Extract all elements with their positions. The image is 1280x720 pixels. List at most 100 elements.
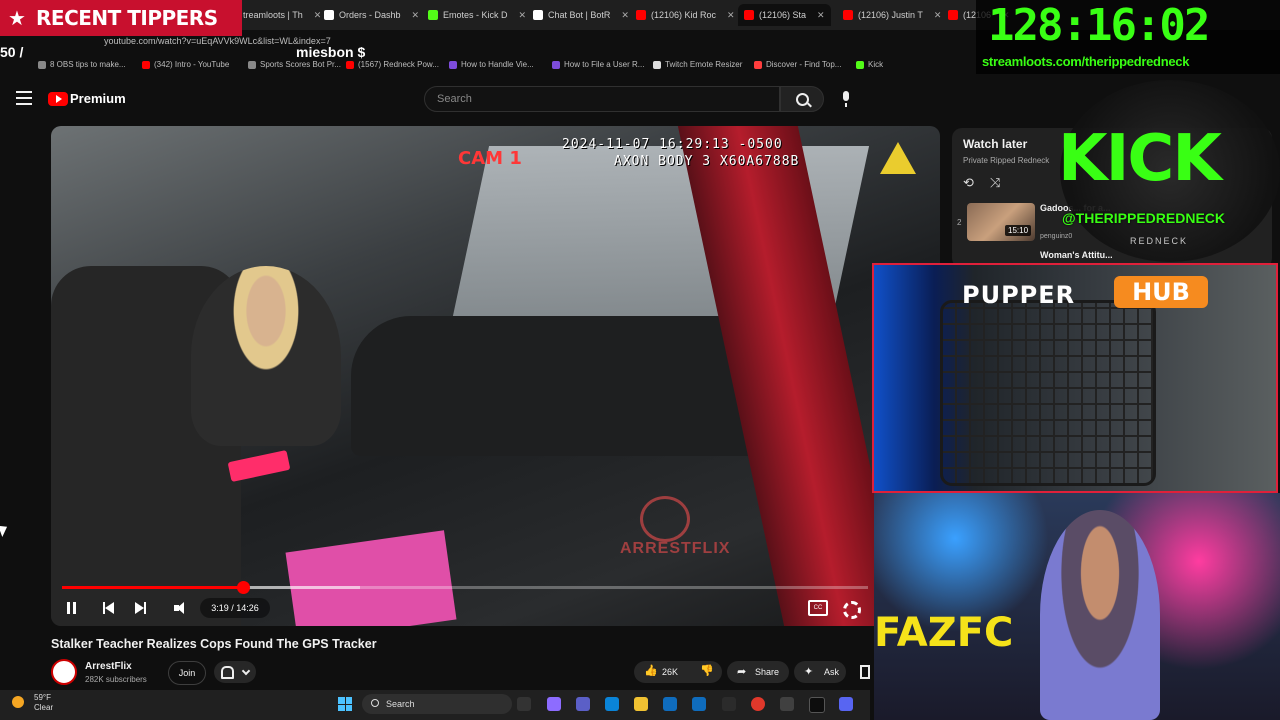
tab-favicon-icon [428,10,438,20]
channel-name[interactable]: ArrestFlix [85,661,132,672]
previous-button[interactable] [100,599,118,617]
settings-gear-icon[interactable] [843,601,861,619]
tab-close-icon[interactable]: ✕ [934,10,942,21]
search-input[interactable]: Search [424,86,780,112]
bookmark-item[interactable]: Kick [856,60,883,69]
tab-label: (12106) Justin T [858,10,923,20]
sun-icon [12,696,24,708]
tab-favicon-icon [948,10,958,20]
bodycam-device: AXON BODY 3 X60A6788B [614,154,800,169]
browser-tab[interactable]: Emotes - Kick D ✕ [428,4,526,26]
outlook-icon[interactable] [692,697,706,711]
handcuffs-icon [640,496,690,542]
playlist-item-duration: 15:10 [1005,225,1032,236]
browser-tab[interactable]: Orders - Dashb ✕ [324,4,419,26]
tab-label: Orders - Dashb [339,10,401,20]
bookmark-favicon-icon [653,60,661,69]
share-button[interactable]: ➦ Share [727,661,789,683]
thumbs-up-icon: 👍 [644,665,658,677]
pause-button[interactable] [63,599,81,617]
channel-avatar[interactable] [51,659,77,685]
edge-icon[interactable] [605,697,619,711]
voice-search-icon[interactable] [836,86,858,112]
bookmark-item[interactable]: Sports Scores Bot Pr... [248,60,341,69]
tab-favicon-icon [324,10,334,20]
tab-favicon-icon [636,10,646,20]
browser-tab[interactable]: (12106) Justin T ✕ [843,4,941,26]
shuffle-icon[interactable]: ⤨ [990,175,1000,191]
cam-label: CAM 1 [458,148,522,169]
playlist-title[interactable]: Watch later [963,137,1027,151]
bookmark-label: Twitch Emote Resizer [665,60,743,69]
bookmark-label: How to File a User R... [564,60,645,69]
bookmark-item[interactable]: How to Handle Vie... [449,60,534,69]
taskbar-search[interactable]: Search [362,694,512,714]
bookmark-item[interactable]: Twitch Emote Resizer [653,60,742,69]
terminal-icon[interactable] [809,697,825,713]
loop-icon[interactable]: ⟲ [963,175,974,191]
redneck-label: REDNECK [1130,236,1189,246]
tab-close-icon[interactable]: ✕ [621,10,629,21]
tipper-amount: 50 / [0,44,24,60]
next-button[interactable] [132,599,150,617]
star-icon: ★ [8,8,26,30]
captions-button[interactable]: CC [808,600,828,616]
bookmark-label: 8 OBS tips to make... [50,60,126,69]
tab-close-icon[interactable]: ✕ [412,10,420,21]
car-dashboard [351,316,771,456]
app-icon-1[interactable] [780,697,794,711]
task-view-icon[interactable] [517,697,531,711]
video-player[interactable] [51,126,940,626]
notifications-bell-button[interactable] [214,661,256,683]
teams-icon[interactable] [576,697,590,711]
obs-icon[interactable] [722,697,736,711]
join-button[interactable]: Join [168,661,206,685]
subathon-timer: 128:16:02 [988,0,1210,51]
chrome-icon[interactable] [751,697,765,711]
hamburger-menu-icon[interactable] [16,91,32,105]
ask-label: Ask [824,667,840,677]
bookmark-favicon-icon [38,60,46,69]
bookmark-item[interactable]: How to File a User R... [552,60,644,69]
share-arrow-icon: ➦ [737,666,747,678]
bookmark-label: Discover - Find Top... [766,60,842,69]
bookmark-favicon-icon [248,60,256,69]
sparkle-icon: ✦ [804,666,814,678]
progress-bar[interactable] [62,581,868,594]
youtube-logo-icon[interactable] [48,92,68,106]
tab-close-icon[interactable]: ✕ [727,10,735,21]
bookmark-item[interactable]: (1567) Redneck Pow... [346,60,439,69]
store-icon[interactable] [663,697,677,711]
tab-close-icon[interactable]: ✕ [314,10,322,21]
browser-tab[interactable]: Chat Bot | BotR ✕ [533,4,629,26]
hub-label: HUB [1114,276,1208,308]
ask-button[interactable]: ✦ Ask [794,661,846,683]
bookmark-item[interactable]: (342) Intro - YouTube [142,60,229,69]
bodycam-date: 2024-11-07 16:29:13 -0500 [562,137,783,152]
pink-folder [285,530,457,626]
volume-icon[interactable] [172,599,190,617]
tab-close-icon[interactable]: ✕ [519,10,527,21]
video-title: Stalker Teacher Realizes Cops Found The … [51,637,377,651]
tab-label: Emotes - Kick D [443,10,508,20]
browser-tab[interactable]: (12106) Kid Roc ✕ [636,4,735,26]
file-explorer-icon[interactable] [634,697,648,711]
weather-widget[interactable]: 59°F Clear [12,693,53,713]
save-bookmark-icon[interactable] [860,665,870,679]
youtube-premium-label[interactable]: Premium [70,91,126,106]
bookmark-item[interactable]: Discover - Find Top... [754,60,841,69]
faze-sign: FAZFC [874,610,1014,656]
browser-tab[interactable]: (12106) Sta ✕ [738,4,831,26]
copilot-icon[interactable] [547,697,561,711]
search-button[interactable] [780,86,824,112]
bookmark-item[interactable]: 8 OBS tips to make... [38,60,126,69]
playlist-item-title-2[interactable]: Woman's Attitu... [1040,250,1113,260]
like-button[interactable]: 👍 26K 👎 [634,661,722,683]
dislike-icon[interactable]: 👎 [700,665,714,678]
discord-icon[interactable] [839,697,853,711]
bookmark-label: Kick [868,60,884,69]
tab-favicon-icon [533,10,543,20]
taskbar-search-label: Search [386,699,415,709]
tab-close-icon[interactable]: ✕ [817,10,825,21]
windows-start-icon[interactable] [338,697,352,711]
